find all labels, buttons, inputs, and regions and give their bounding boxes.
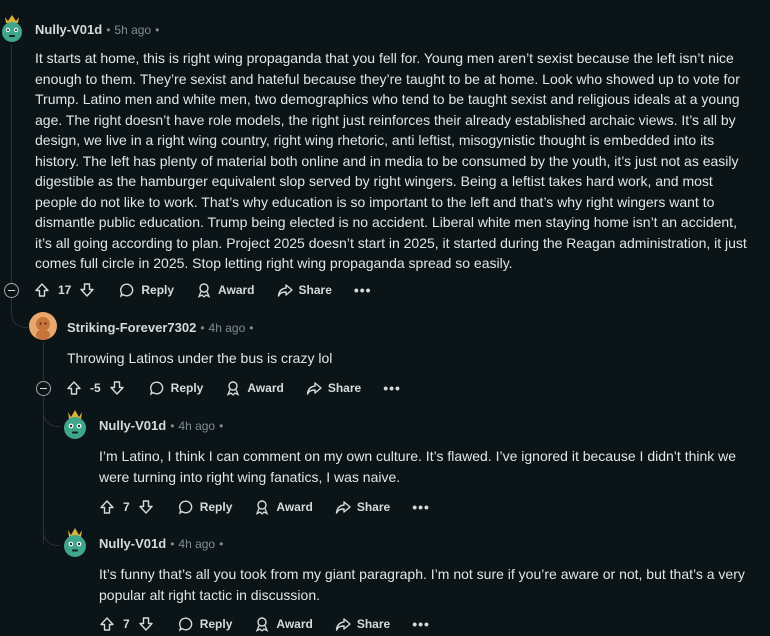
speech-bubble-icon — [120, 283, 134, 298]
vote-score: 7 — [123, 617, 130, 631]
share-button[interactable]: Share — [277, 282, 332, 298]
upvote-arrow-icon[interactable] — [99, 499, 115, 515]
avatar[interactable] — [61, 526, 89, 558]
award-button[interactable]: Award — [225, 380, 284, 396]
share-button[interactable]: Share — [335, 499, 390, 515]
comment-body: Throwing Latinos under the bus is crazy … — [67, 350, 333, 366]
timestamp[interactable]: 4h ago — [209, 321, 246, 335]
collapse-button[interactable] — [4, 283, 19, 298]
thread-line-main — [11, 44, 12, 289]
thread-line-level2 — [43, 342, 44, 380]
downvote-arrow-icon[interactable] — [138, 499, 154, 515]
upvote-arrow-icon[interactable] — [99, 616, 115, 632]
award-ribbon-icon — [256, 500, 269, 515]
thread-connector — [11, 296, 28, 328]
award-label: Award — [276, 617, 313, 631]
thread-connector — [43, 396, 60, 427]
share-arrow-icon — [335, 618, 351, 631]
more-options-button[interactable]: ••• — [354, 282, 372, 298]
award-button[interactable]: Award — [254, 499, 313, 515]
share-label: Share — [356, 617, 391, 631]
award-ribbon-icon — [197, 283, 211, 298]
comment-actions: -5 Reply Award Share ••• — [66, 376, 401, 400]
vote-group: 17 — [34, 282, 95, 298]
username[interactable]: Nully-V01d — [35, 22, 102, 37]
separator-dot: • — [200, 320, 205, 335]
award-button[interactable]: Award — [196, 282, 255, 298]
more-options-button[interactable]: ••• — [412, 616, 430, 632]
avatar[interactable] — [61, 408, 89, 440]
share-label: Share — [327, 381, 362, 395]
avatar[interactable] — [0, 13, 24, 43]
timestamp[interactable]: 4h ago — [178, 537, 215, 551]
vote-score: -5 — [90, 381, 101, 395]
username[interactable]: Nully-V01d — [99, 418, 166, 433]
username[interactable]: Striking-Forever7302 — [67, 320, 196, 335]
share-arrow-icon — [306, 382, 322, 395]
reply-label: Reply — [199, 617, 233, 631]
more-options-button[interactable]: ••• — [412, 499, 430, 515]
share-button[interactable]: Share — [335, 616, 390, 632]
separator-dot: • — [249, 320, 254, 335]
reply-label: Reply — [170, 381, 204, 395]
separator-dot: • — [155, 22, 160, 37]
separator-dot: • — [170, 418, 175, 433]
speech-bubble-icon — [149, 381, 163, 396]
reply-button[interactable]: Reply — [178, 499, 233, 515]
upvote-arrow-icon[interactable] — [66, 380, 82, 396]
vote-group: 7 — [99, 616, 154, 632]
downvote-arrow-icon[interactable] — [79, 282, 95, 298]
share-arrow-icon — [277, 284, 293, 297]
more-options-button[interactable]: ••• — [383, 380, 401, 396]
comment-header: Striking-Forever7302 • 4h ago • — [67, 320, 253, 335]
comment-actions: 7 Reply Award Share ••• — [99, 495, 430, 519]
speech-bubble-icon — [178, 500, 192, 515]
share-label: Share — [356, 500, 391, 514]
award-ribbon-icon — [227, 381, 240, 396]
downvote-arrow-icon[interactable] — [109, 380, 125, 396]
thread-connector — [43, 528, 60, 546]
comment-body: It’s funny that’s all you took from my g… — [99, 566, 745, 603]
share-arrow-icon — [335, 501, 351, 514]
comment-header: Nully-V01d • 5h ago • — [35, 22, 159, 37]
separator-dot: • — [219, 536, 224, 551]
downvote-arrow-icon[interactable] — [138, 616, 154, 632]
timestamp[interactable]: 5h ago — [114, 23, 151, 37]
separator-dot: • — [170, 536, 175, 551]
comment-actions: 7 Reply Award Share ••• — [99, 612, 430, 636]
separator-dot: • — [219, 418, 224, 433]
upvote-arrow-icon[interactable] — [34, 282, 50, 298]
comment-header: Nully-V01d • 4h ago • — [99, 418, 223, 433]
award-ribbon-icon — [256, 617, 269, 632]
vote-score: 17 — [58, 283, 72, 297]
comment-actions: 17 Reply Award Share ••• — [34, 278, 372, 302]
reply-button[interactable]: Reply — [178, 616, 233, 632]
username[interactable]: Nully-V01d — [99, 536, 166, 551]
collapse-button[interactable] — [36, 381, 51, 396]
comment-body: It starts at home, this is right wing pr… — [35, 50, 747, 271]
thread-line-level2-cont — [43, 426, 44, 544]
vote-score: 7 — [123, 500, 130, 514]
award-label: Award — [276, 500, 313, 514]
vote-group: -5 — [66, 380, 125, 396]
share-button[interactable]: Share — [306, 380, 361, 396]
reply-button[interactable]: Reply — [149, 380, 204, 396]
award-label: Award — [247, 381, 284, 395]
award-label: Award — [218, 283, 255, 297]
timestamp[interactable]: 4h ago — [178, 419, 215, 433]
comment-body: I’m Latino, I think I can comment on my … — [99, 448, 737, 485]
reply-label: Reply — [199, 500, 233, 514]
comment-header: Nully-V01d • 4h ago • — [99, 536, 223, 551]
avatar[interactable] — [29, 312, 57, 340]
reply-button[interactable]: Reply — [119, 282, 174, 298]
separator-dot: • — [106, 22, 111, 37]
award-button[interactable]: Award — [254, 616, 313, 632]
speech-bubble-icon — [178, 617, 192, 632]
share-label: Share — [298, 283, 332, 297]
reply-label: Reply — [141, 283, 175, 297]
vote-group: 7 — [99, 499, 154, 515]
